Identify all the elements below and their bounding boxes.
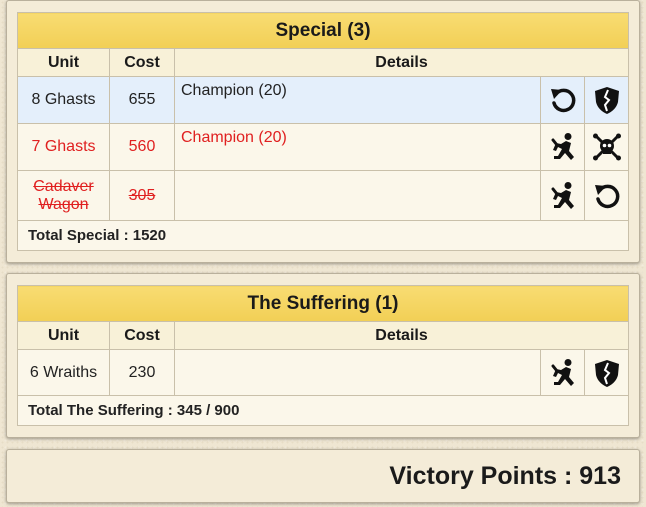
victory-points-panel: Victory Points : 913 — [6, 449, 640, 503]
unit-details — [174, 349, 541, 396]
unit-details: Champion (20) — [174, 123, 541, 171]
section-title: The Suffering (1) — [17, 285, 629, 322]
column-header-cost: Cost — [109, 321, 175, 350]
unit-details — [174, 170, 541, 221]
unit-name[interactable]: 6 Wraiths — [17, 349, 110, 396]
section-total: Total Special : 1520 — [16, 220, 630, 251]
section-panel-suffering: The Suffering (1) Unit Cost Details 6 Wr… — [6, 273, 640, 438]
unit-name[interactable]: 8 Ghasts — [17, 76, 110, 124]
section-title: Special (3) — [16, 12, 630, 49]
skull-crossbones-icon[interactable] — [583, 123, 630, 171]
special-table: Special (3) Unit Cost Details 8 Ghasts 6… — [16, 12, 630, 251]
column-header-unit: Unit — [17, 48, 110, 77]
table-row[interactable]: Cadaver Wagon 305 — [17, 170, 630, 221]
suffering-table: The Suffering (1) Unit Cost Details 6 Wr… — [17, 285, 629, 426]
kneeling-figure-icon[interactable] — [540, 349, 585, 396]
undo-arrow-icon[interactable] — [540, 76, 585, 124]
kneeling-figure-icon[interactable] — [540, 170, 585, 221]
unit-cost: 655 — [109, 76, 175, 124]
table-row[interactable]: 8 Ghasts 655 Champion (20) — [17, 76, 630, 124]
unit-details: Champion (20) — [174, 76, 541, 124]
unit-name[interactable]: 7 Ghasts — [17, 123, 110, 171]
broken-shield-icon[interactable] — [583, 76, 630, 124]
unit-name[interactable]: Cadaver Wagon — [17, 170, 110, 221]
victory-points: Victory Points : 913 — [389, 462, 621, 490]
undo-arrow-icon[interactable] — [583, 170, 630, 221]
broken-shield-icon[interactable] — [584, 349, 629, 396]
column-header-unit: Unit — [17, 321, 110, 350]
table-row[interactable]: 6 Wraiths 230 — [17, 349, 629, 396]
unit-cost: 230 — [109, 349, 175, 396]
section-panel-special: Special (3) Unit Cost Details 8 Ghasts 6… — [6, 0, 640, 263]
column-header-details: Details — [174, 321, 629, 350]
section-total: Total The Suffering : 345 / 900 — [17, 395, 629, 426]
column-header-cost: Cost — [109, 48, 175, 77]
unit-cost: 305 — [109, 170, 175, 221]
kneeling-figure-icon[interactable] — [540, 123, 585, 171]
unit-cost: 560 — [109, 123, 175, 171]
table-row[interactable]: 7 Ghasts 560 Champion (20) — [17, 123, 630, 171]
column-header-details: Details — [173, 48, 630, 77]
